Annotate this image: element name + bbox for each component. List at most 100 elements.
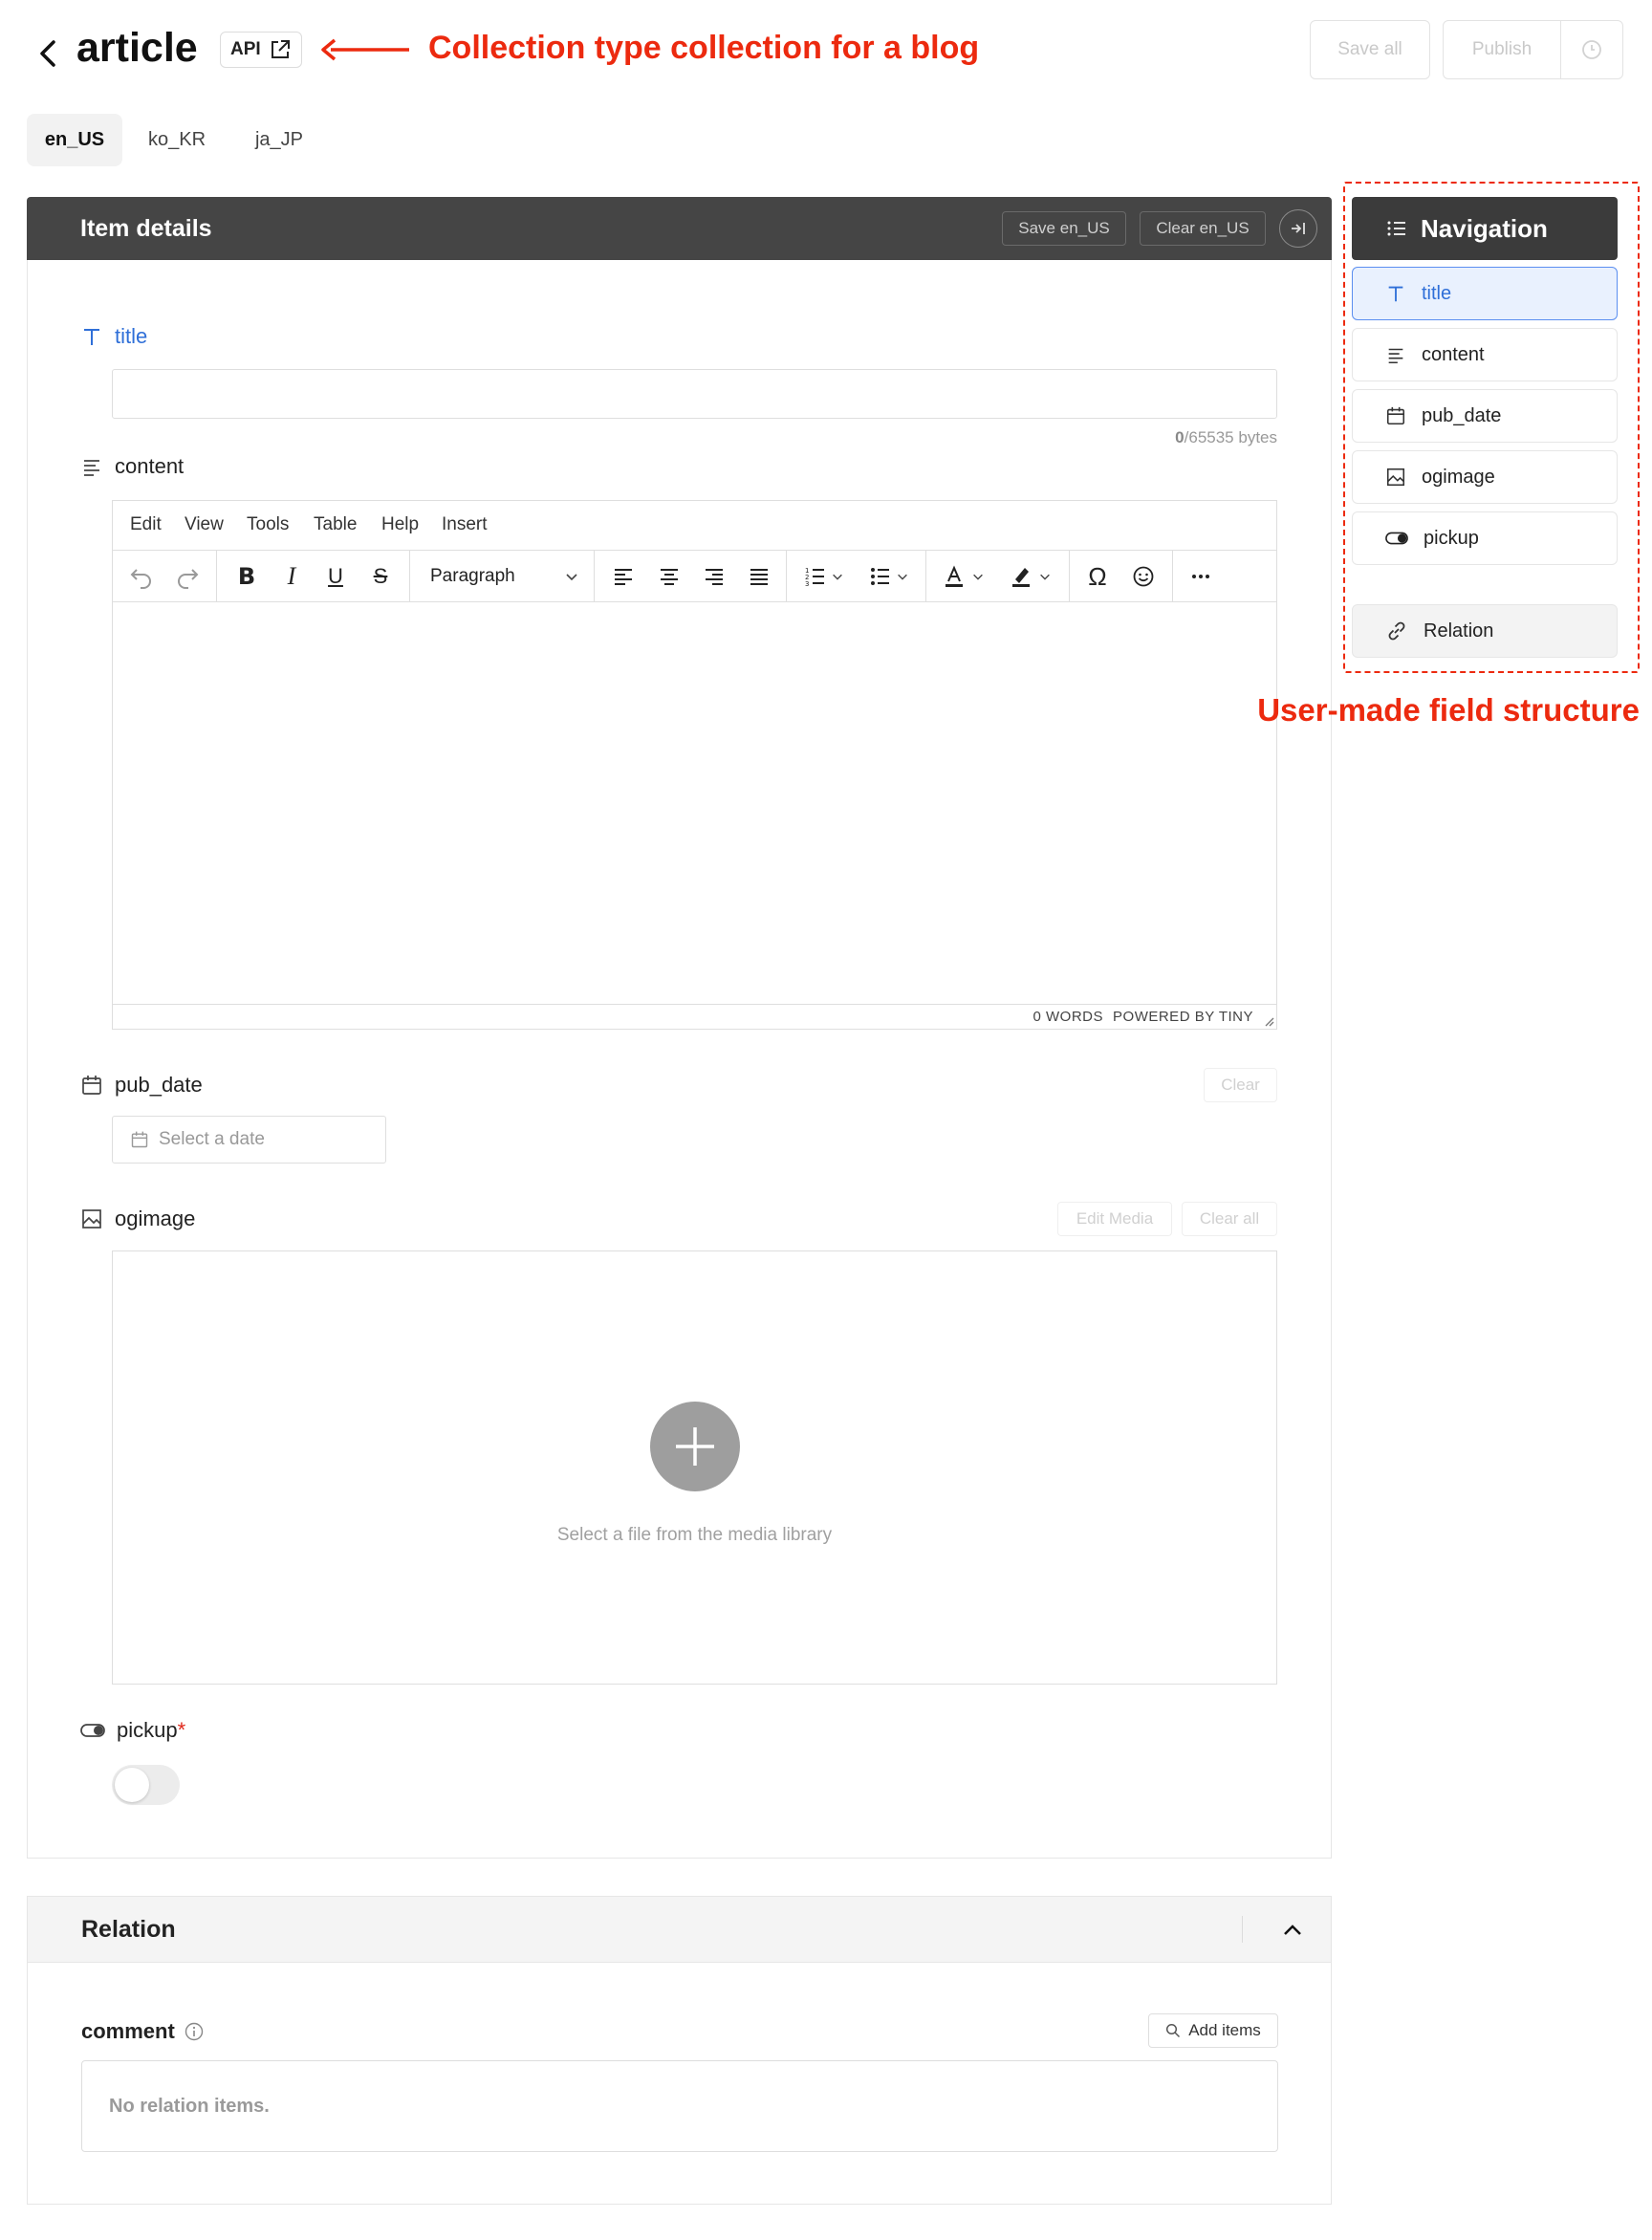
align-left-button[interactable]: [604, 551, 642, 602]
edit-media-button[interactable]: Edit Media: [1057, 1202, 1172, 1236]
undo-button[interactable]: [122, 551, 161, 602]
strikethrough-button[interactable]: S: [361, 551, 400, 602]
toolbar-divider: [1069, 551, 1070, 602]
nav-item-title[interactable]: title: [1352, 267, 1618, 320]
info-icon[interactable]: [185, 2022, 204, 2041]
text-color-icon: [946, 565, 963, 587]
chevron-down-icon: [973, 574, 983, 580]
toolbar-divider: [216, 551, 217, 602]
undo-icon: [130, 569, 151, 589]
title-byte-counter: 0/65535 bytes: [1175, 428, 1277, 447]
clear-date-button[interactable]: Clear: [1204, 1068, 1277, 1102]
media-dropzone[interactable]: Select a file from the media library: [112, 1250, 1277, 1685]
date-picker-input[interactable]: Select a date: [112, 1116, 386, 1163]
nav-item-label: title: [1422, 282, 1452, 304]
page-title: article: [76, 25, 198, 71]
menu-view[interactable]: View: [185, 514, 224, 535]
locale-tab-en-us[interactable]: en_US: [27, 114, 122, 166]
text-color-button[interactable]: [933, 551, 994, 602]
special-character-button[interactable]: Ω: [1078, 551, 1117, 602]
justify-icon: [750, 569, 768, 585]
nav-item-content[interactable]: content: [1352, 328, 1618, 381]
add-items-button[interactable]: Add items: [1148, 2013, 1278, 2048]
back-button[interactable]: [34, 34, 63, 73]
justify-button[interactable]: [740, 551, 778, 602]
menu-table[interactable]: Table: [314, 514, 357, 535]
clear-locale-button[interactable]: Clear en_US: [1140, 211, 1266, 246]
clock-icon: [1582, 40, 1601, 59]
underline-button[interactable]: U: [316, 551, 355, 602]
item-details-header: [27, 197, 1332, 260]
powered-by-link[interactable]: POWERED BY TINY: [1113, 1009, 1253, 1025]
nav-item-label: ogimage: [1422, 466, 1495, 488]
resize-handle-icon[interactable]: [1263, 1015, 1274, 1027]
title-label-text: title: [115, 324, 148, 348]
title-field-label: title: [80, 324, 147, 349]
bold-button[interactable]: B: [228, 551, 266, 602]
empty-relation-text: No relation items.: [109, 2095, 270, 2117]
dropzone-text: Select a file from the media library: [556, 1525, 833, 1545]
smiley-icon: [1133, 566, 1154, 587]
menu-help[interactable]: Help: [381, 514, 419, 535]
editor-body[interactable]: [113, 603, 1276, 1005]
locale-tab-ko-kr[interactable]: ko_KR: [129, 114, 225, 166]
more-button[interactable]: [1182, 551, 1220, 602]
text-type-icon: [1388, 286, 1403, 302]
arrow-right-bar-icon: [1292, 223, 1305, 234]
nav-item-label: pub_date: [1422, 404, 1502, 426]
highlight-color-button[interactable]: [1000, 551, 1061, 602]
editor-toolbar: B I U S Paragraph 123 Ω: [113, 551, 1276, 602]
link-icon: [1388, 621, 1405, 641]
align-center-button[interactable]: [650, 551, 688, 602]
block-format-value: Paragraph: [430, 566, 515, 586]
comment-label-text: comment: [81, 2019, 175, 2043]
collection-annotation: Collection type collection for a blog: [428, 30, 980, 66]
block-format-select[interactable]: Paragraph: [419, 551, 591, 602]
save-all-button[interactable]: Save all: [1310, 20, 1430, 79]
schedule-button[interactable]: [1560, 20, 1623, 79]
publish-button[interactable]: Publish: [1443, 20, 1561, 79]
relation-header[interactable]: Relation: [28, 1897, 1331, 1963]
align-right-button[interactable]: [695, 551, 733, 602]
redo-button[interactable]: [168, 551, 206, 602]
nav-item-relation[interactable]: Relation: [1352, 604, 1618, 658]
api-link-button[interactable]: API: [220, 32, 302, 68]
add-media-button[interactable]: [650, 1402, 740, 1491]
toolbar-divider: [594, 551, 595, 602]
annotation-arrow-icon: [321, 38, 409, 61]
menu-insert[interactable]: Insert: [442, 514, 488, 535]
toolbar-divider: [1172, 551, 1173, 602]
locale-tab-ja-jp[interactable]: ja_JP: [231, 114, 327, 166]
nav-item-label: content: [1422, 343, 1485, 365]
save-locale-button[interactable]: Save en_US: [1002, 211, 1126, 246]
italic-button[interactable]: I: [272, 551, 311, 602]
nav-item-pickup[interactable]: pickup: [1352, 511, 1618, 565]
menu-tools[interactable]: Tools: [247, 514, 289, 535]
pickup-toggle[interactable]: [112, 1765, 180, 1805]
numbered-list-button[interactable]: 123: [795, 551, 853, 602]
align-right-icon: [706, 569, 723, 585]
more-horizontal-icon: [1192, 575, 1209, 578]
clear-all-button[interactable]: Clear all: [1182, 1202, 1277, 1236]
byte-count: 0: [1175, 428, 1185, 446]
nav-item-label: pickup: [1424, 527, 1479, 549]
chevron-up-icon[interactable]: [1280, 1918, 1305, 1943]
emoji-button[interactable]: [1124, 551, 1163, 602]
chevron-down-icon: [566, 574, 577, 581]
nav-item-ogimage[interactable]: ogimage: [1352, 450, 1618, 504]
menu-edit[interactable]: Edit: [130, 514, 162, 535]
title-input[interactable]: [112, 369, 1277, 419]
paragraph-icon: [84, 460, 99, 476]
byte-limit: /65535 bytes: [1184, 428, 1277, 446]
ogimage-field-label: ogimage: [80, 1207, 195, 1231]
nav-item-label: Relation: [1424, 620, 1494, 642]
add-items-label: Add items: [1188, 2021, 1261, 2039]
numbered-list-icon: 123: [805, 567, 824, 588]
svg-text:3: 3: [805, 580, 809, 588]
toolbar-divider: [786, 551, 787, 602]
bullet-list-button[interactable]: [860, 551, 918, 602]
nav-item-pub-date[interactable]: pub_date: [1352, 389, 1618, 443]
content-field-label: content: [80, 454, 184, 479]
text-type-icon: [84, 329, 99, 345]
collapse-panel-button[interactable]: [1279, 209, 1317, 248]
